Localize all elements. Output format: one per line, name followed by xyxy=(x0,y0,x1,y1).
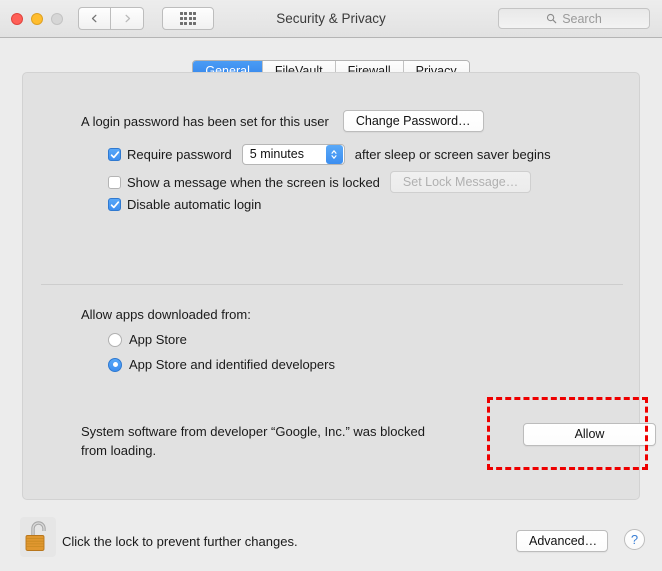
search-field[interactable]: Search xyxy=(498,8,650,29)
lock-message-row: Show a message when the screen is locked… xyxy=(108,171,532,193)
annotation-highlight-box xyxy=(487,397,648,470)
allow-apps-heading: Allow apps downloaded from: xyxy=(81,307,251,322)
disable-auto-login-checkbox[interactable] xyxy=(108,198,121,211)
search-placeholder: Search xyxy=(562,11,602,26)
require-password-checkbox[interactable] xyxy=(108,148,121,161)
password-delay-value: 5 minutes xyxy=(249,147,304,161)
open-padlock-icon xyxy=(20,517,56,557)
radio-app-store-and-identified-developers[interactable] xyxy=(108,357,122,372)
section-divider xyxy=(41,284,623,285)
show-lock-message-label: Show a message when the screen is locked xyxy=(127,174,380,190)
password-delay-popup[interactable]: 5 minutes xyxy=(241,144,345,165)
change-password-button[interactable]: Change Password… xyxy=(342,110,484,132)
login-password-status: A login password has been set for this u… xyxy=(81,113,329,129)
checkmark-icon xyxy=(110,150,119,158)
blocked-software-notice: System software from developer “Google, … xyxy=(81,424,425,458)
require-password-row: Require password 5 minutes after sleep o… xyxy=(108,144,551,165)
help-button[interactable]: ? xyxy=(624,529,645,550)
allow-option-identified-developers-row[interactable]: App Store and identified developers xyxy=(108,357,335,372)
show-lock-message-checkbox[interactable] xyxy=(108,175,121,189)
disable-auto-login-row: Disable automatic login xyxy=(108,197,261,212)
set-lock-message-button[interactable]: Set Lock Message… xyxy=(389,171,532,193)
search-icon xyxy=(547,13,557,24)
window-titlebar: Security & Privacy Search xyxy=(0,0,662,38)
lock-instruction-text: Click the lock to prevent further change… xyxy=(62,534,298,549)
radio-app-store-label: App Store xyxy=(129,332,187,347)
popup-arrows-icon xyxy=(325,145,343,164)
login-password-row: A login password has been set for this u… xyxy=(81,110,484,132)
disable-auto-login-label: Disable automatic login xyxy=(127,197,262,212)
radio-app-store[interactable] xyxy=(108,332,122,347)
allow-apps-heading-row: Allow apps downloaded from: xyxy=(81,307,251,322)
require-password-label: Require password xyxy=(127,147,232,162)
checkmark-icon xyxy=(110,200,119,208)
require-password-suffix: after sleep or screen saver begins xyxy=(354,147,551,162)
chevron-up-down-icon xyxy=(331,150,337,159)
radio-identified-developers-label: App Store and identified developers xyxy=(129,357,335,372)
lock-button[interactable] xyxy=(20,517,56,557)
allow-option-app-store-row[interactable]: App Store xyxy=(108,332,187,347)
advanced-button[interactable]: Advanced… xyxy=(516,530,608,552)
